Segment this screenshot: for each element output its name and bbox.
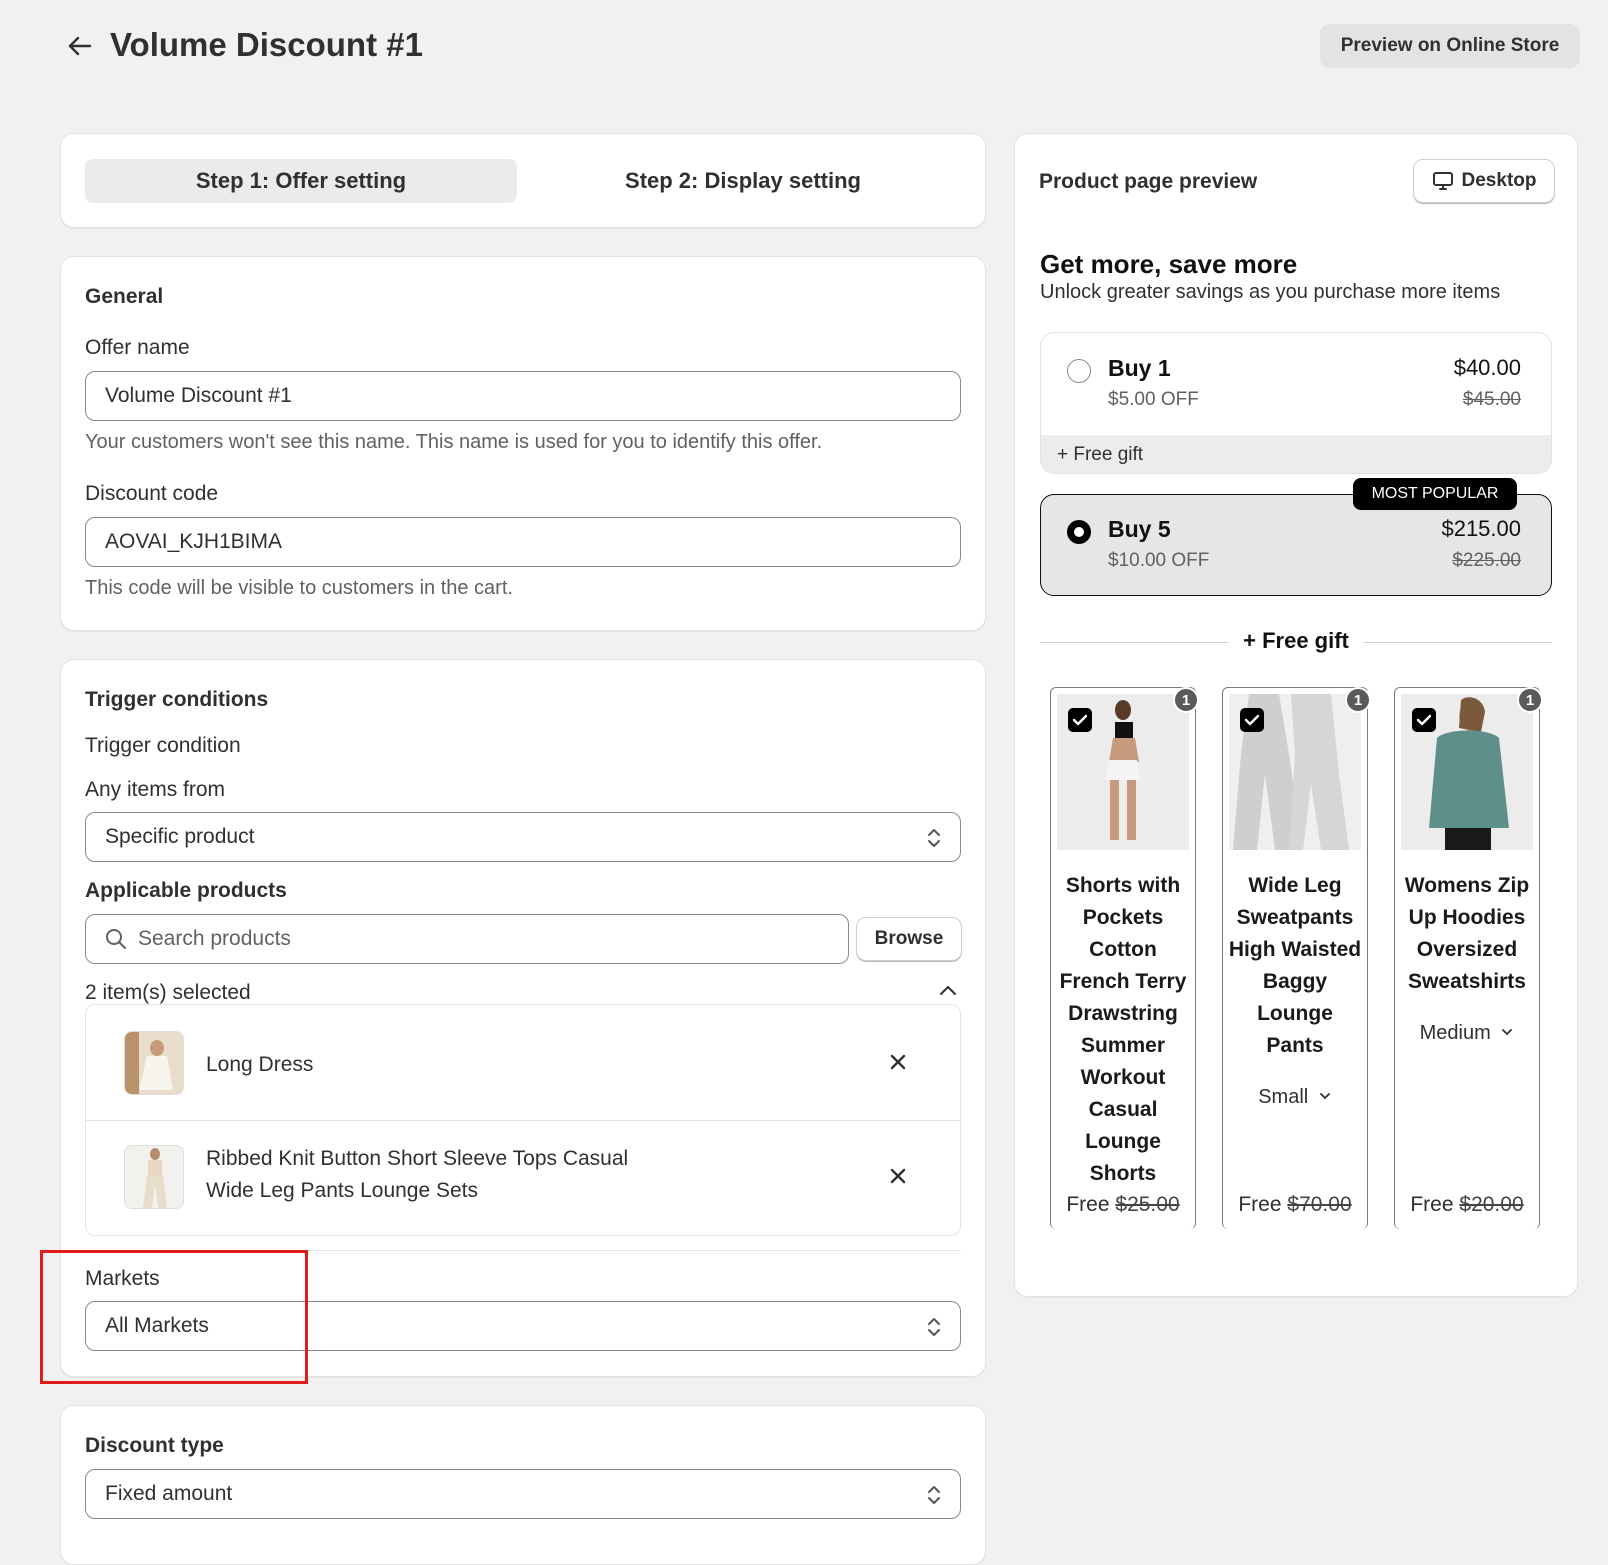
trigger-heading: Trigger conditions xyxy=(85,688,269,711)
gift-price: Free $20.00 xyxy=(1395,1193,1539,1217)
discount-type-card: Discount type Fixed amount xyxy=(60,1405,986,1565)
divider xyxy=(1364,642,1552,643)
gift-variant-value: Medium xyxy=(1419,1022,1491,1044)
discount-type-select[interactable]: Fixed amount xyxy=(85,1469,961,1519)
tier-radio[interactable] xyxy=(1067,359,1091,383)
gift-name: Womens Zip Up Hoodies Oversized Sweatshi… xyxy=(1404,874,1530,993)
quantity-badge: 1 xyxy=(1173,687,1199,713)
desktop-toggle-button[interactable]: Desktop xyxy=(1413,159,1555,203)
gift-free-label: Free xyxy=(1238,1193,1282,1216)
any-items-select[interactable]: Specific product xyxy=(85,812,961,862)
product-name: Ribbed Knit Button Short Sleeve Tops Cas… xyxy=(206,1143,628,1207)
tier-gift-note: + Free gift xyxy=(1041,435,1551,473)
offer-name-label: Offer name xyxy=(85,336,190,359)
gift-card[interactable]: 1 Womens Zip Up Hoodies Oversized Sweats… xyxy=(1394,687,1543,1229)
chevron-down-icon xyxy=(1319,1093,1330,1100)
steps-card: Step 1: Offer setting Step 2: Display se… xyxy=(60,133,986,228)
search-placeholder: Search products xyxy=(138,927,291,950)
search-products-input[interactable]: Search products xyxy=(85,914,849,964)
tier-price: $215.00 xyxy=(1441,516,1521,541)
general-heading: General xyxy=(85,285,164,308)
offer-name-help: Your customers won't see this name. This… xyxy=(85,431,823,453)
tier-gift-note-text: + Free gift xyxy=(1057,444,1144,465)
tier-discount: $10.00 OFF xyxy=(1108,550,1210,571)
discount-code-input[interactable]: AOVAI_KJH1BIMA xyxy=(85,517,961,567)
checkbox-checked-icon[interactable] xyxy=(1412,708,1436,732)
product-thumbnail xyxy=(124,1145,184,1209)
offer-name-value: Volume Discount #1 xyxy=(105,384,292,407)
search-icon xyxy=(106,929,126,949)
preview-card: Product page preview Desktop Get more, s… xyxy=(1014,133,1578,1297)
preview-headline: Get more, save more xyxy=(1040,249,1298,279)
product-name-line1: Long Dress xyxy=(206,1053,314,1076)
quantity-badge: 1 xyxy=(1517,687,1543,713)
quantity-badge: 1 xyxy=(1345,687,1371,713)
gift-name: Wide Leg Sweatpants High Waisted Baggy L… xyxy=(1228,874,1362,1057)
gift-variant-select[interactable]: Small xyxy=(1223,1086,1367,1109)
selected-count: 2 item(s) selected xyxy=(85,981,251,1004)
gift-compare-price: $25.00 xyxy=(1115,1193,1180,1216)
tab-step-1[interactable]: Step 1: Offer setting xyxy=(85,159,517,203)
chevron-down-icon xyxy=(1502,1029,1513,1036)
tier-label: Buy 1 xyxy=(1108,355,1171,381)
tier-label: Buy 5 xyxy=(1108,516,1171,542)
gift-compare-price: $70.00 xyxy=(1287,1193,1352,1216)
desktop-label: Desktop xyxy=(1461,170,1537,191)
product-name-line2: Wide Leg Pants Lounge Sets xyxy=(206,1179,479,1202)
discount-type-heading: Discount type xyxy=(85,1434,224,1457)
product-name: Long Dress xyxy=(206,1049,313,1081)
page-title: Volume Discount #1 xyxy=(110,26,423,63)
tab-step-2[interactable]: Step 2: Display setting xyxy=(527,159,959,203)
gift-free-label: Free xyxy=(1066,1193,1110,1216)
gift-compare-price: $20.00 xyxy=(1459,1193,1524,1216)
gift-name: Shorts with Pockets Cotton French Terry … xyxy=(1059,874,1187,1185)
applicable-products-label: Applicable products xyxy=(85,879,287,902)
select-arrows-icon xyxy=(928,1318,940,1336)
gift-card[interactable]: 1 Wide Leg Sweatpants High Waisted Baggy… xyxy=(1222,687,1371,1229)
most-popular-badge: MOST POPULAR xyxy=(1353,478,1517,510)
tier-radio-selected[interactable] xyxy=(1067,520,1091,544)
any-items-label: Any items from xyxy=(85,778,226,801)
browse-button[interactable]: Browse xyxy=(856,917,962,961)
gift-card[interactable]: 1 Shorts with Pockets Cotton French Terr… xyxy=(1050,687,1199,1229)
checkbox-checked-icon[interactable] xyxy=(1068,708,1092,732)
discount-code-label: Discount code xyxy=(85,482,219,505)
free-gift-heading: + Free gift xyxy=(1243,628,1349,653)
trigger-condition-label: Trigger condition xyxy=(85,734,241,757)
tier-compare-price: $45.00 xyxy=(1462,389,1521,410)
product-thumbnail xyxy=(124,1031,184,1095)
discount-type-value: Fixed amount xyxy=(105,1482,233,1505)
monitor-icon xyxy=(1432,172,1453,190)
chevron-up-icon[interactable] xyxy=(937,980,959,1002)
preview-subheadline: Unlock greater savings as you purchase m… xyxy=(1040,281,1501,303)
back-arrow-icon[interactable] xyxy=(66,32,94,60)
gift-variant-value: Small xyxy=(1258,1086,1309,1108)
remove-product-icon[interactable] xyxy=(888,1166,908,1186)
markets-highlight-box xyxy=(40,1250,308,1384)
general-card: General Offer name Volume Discount #1 Yo… xyxy=(60,256,986,631)
tier-compare-price: $225.00 xyxy=(1452,550,1521,571)
product-name-line1: Ribbed Knit Button Short Sleeve Tops Cas… xyxy=(206,1147,629,1170)
discount-code-value: AOVAI_KJH1BIMA xyxy=(105,530,283,553)
list-item: Long Dress xyxy=(86,1005,960,1121)
tier-price: $40.00 xyxy=(1453,355,1521,380)
discount-code-help: This code will be visible to customers i… xyxy=(85,577,513,599)
gift-price: Free $25.00 xyxy=(1051,1193,1195,1217)
offer-name-input[interactable]: Volume Discount #1 xyxy=(85,371,961,421)
preview-title: Product page preview xyxy=(1039,170,1258,193)
list-item: Ribbed Knit Button Short Sleeve Tops Cas… xyxy=(86,1121,960,1235)
tier-option-buy-1[interactable]: Buy 1 $5.00 OFF $40.00 $45.00 + Free gif… xyxy=(1040,332,1552,474)
checkbox-checked-icon[interactable] xyxy=(1240,708,1264,732)
gift-variant-select[interactable]: Medium xyxy=(1395,1022,1539,1045)
divider xyxy=(1040,642,1228,643)
any-items-value: Specific product xyxy=(105,825,255,848)
selected-products-list: Long Dress Ribbed Knit Button Short Slee… xyxy=(85,1004,961,1236)
tier-discount: $5.00 OFF xyxy=(1108,389,1199,410)
remove-product-icon[interactable] xyxy=(888,1052,908,1072)
preview-online-store-button[interactable]: Preview on Online Store xyxy=(1320,24,1580,68)
select-arrows-icon xyxy=(928,829,940,847)
gift-free-label: Free xyxy=(1410,1193,1454,1216)
select-arrows-icon xyxy=(928,1486,940,1504)
gift-price: Free $70.00 xyxy=(1223,1193,1367,1217)
